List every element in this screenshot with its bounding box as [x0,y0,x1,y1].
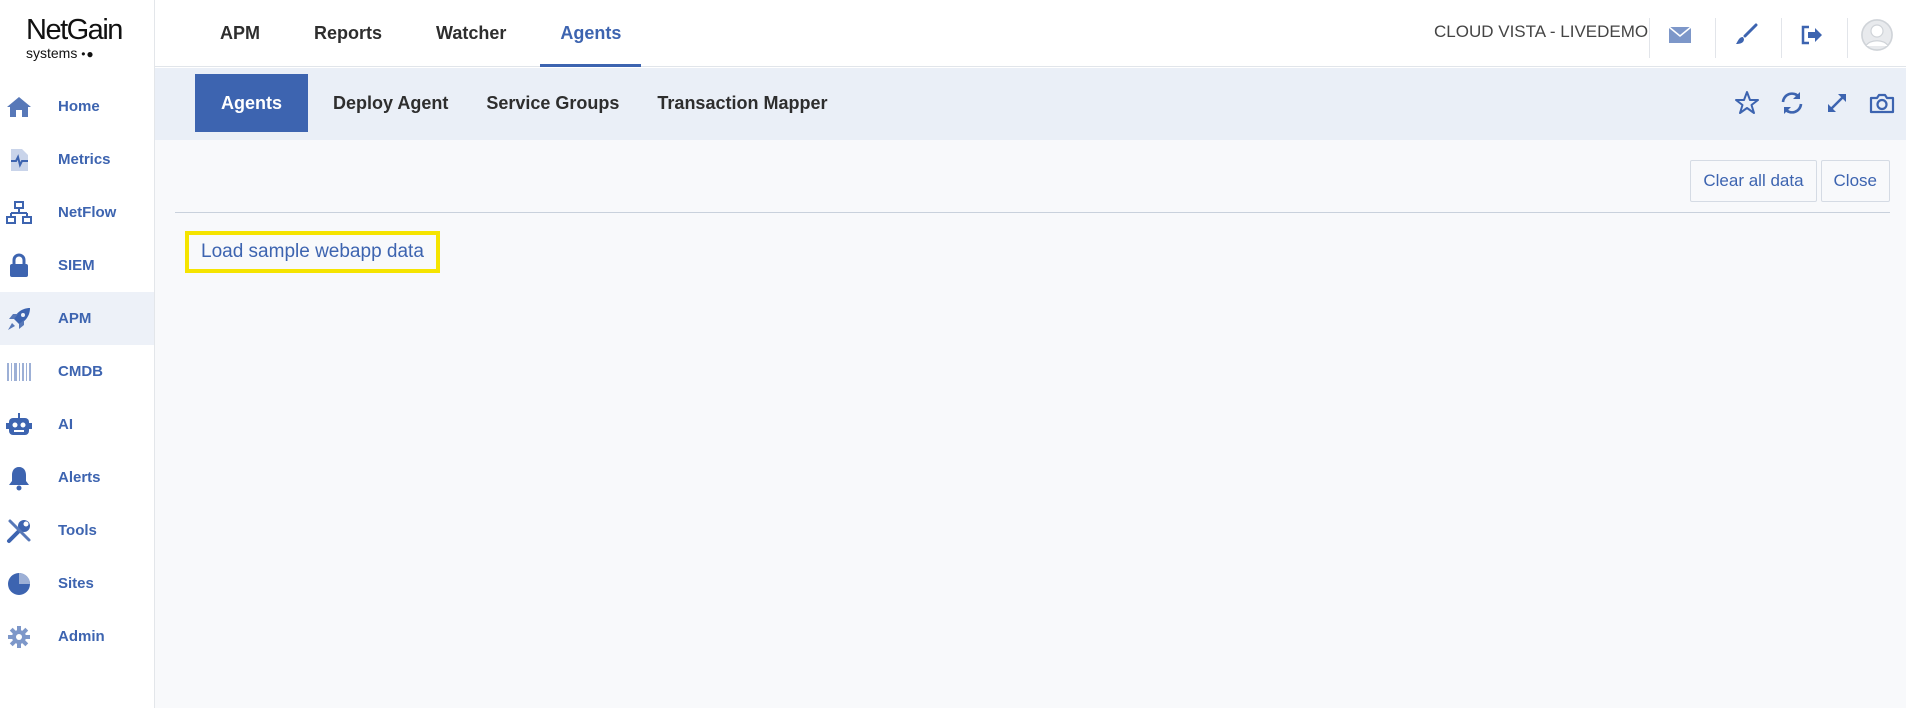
bell-icon [6,465,32,491]
sidebar-item-label: Tools [58,522,97,539]
content-divider [175,212,1890,213]
logo-sub: systems •● [26,45,136,62]
robot-icon [6,412,32,438]
sidebar: NetGain systems •● Home Metrics NetFlow [0,0,155,708]
logout-icon[interactable] [1799,22,1825,48]
sidebar-item-label: Home [58,98,100,115]
avatar-icon [1861,19,1893,51]
sidebar-item-sites[interactable]: Sites [0,557,154,610]
sub-nav-bar: Agents Deploy Agent Service Groups Trans… [155,68,1906,140]
metrics-icon [6,147,32,173]
tab-apm[interactable]: APM [200,0,280,67]
sidebar-item-apm[interactable]: APM [0,292,154,345]
sidebar-item-label: Admin [58,628,105,645]
barcode-icon [6,359,32,385]
sidebar-item-home[interactable]: Home [0,80,154,133]
close-button[interactable]: Close [1820,160,1890,202]
sub-tabs: Agents Deploy Agent Service Groups Trans… [195,74,853,132]
sidebar-item-tools[interactable]: Tools [0,504,154,557]
star-icon[interactable] [1733,88,1761,118]
sidebar-item-label: NetFlow [58,204,117,221]
sidebar-item-label: Sites [58,575,94,592]
netflow-icon [6,200,32,226]
netgain-logo[interactable]: NetGain systems •● [26,14,136,66]
avatar[interactable] [1861,19,1893,51]
sidebar-item-label: APM [58,310,92,327]
logo-name: NetGain [26,14,123,46]
subtab-deploy-agent[interactable]: Deploy Agent [308,74,466,132]
divider [1715,18,1716,58]
subtab-service-groups[interactable]: Service Groups [466,74,639,132]
home-icon [6,94,32,120]
logo-sub-text: systems [26,45,78,61]
camera-icon[interactable] [1868,88,1896,118]
divider [1781,18,1782,58]
top-nav: APM Reports Watcher Agents [200,0,655,67]
logo-dots: •● [81,47,95,61]
subtab-transaction-mapper[interactable]: Transaction Mapper [639,74,853,132]
subtab-agents[interactable]: Agents [195,74,309,132]
tab-agents[interactable]: Agents [540,0,642,67]
sidebar-item-siem[interactable]: SIEM [0,239,154,292]
content-panel: Clear all data Close Load sample webapp … [155,140,1906,708]
refresh-icon[interactable] [1778,88,1806,118]
tenant-name[interactable]: CLOUD VISTA - LIVEDEMO [1434,22,1648,42]
expand-icon[interactable] [1823,88,1851,118]
sidebar-item-metrics[interactable]: Metrics [0,133,154,186]
sidebar-item-ai[interactable]: AI [0,398,154,451]
brush-icon[interactable] [1733,22,1759,48]
sidebar-item-admin[interactable]: Admin [0,610,154,663]
rocket-icon [6,306,32,332]
gear-icon [6,624,32,650]
sidebar-item-label: SIEM [58,257,95,274]
tab-reports[interactable]: Reports [294,0,402,67]
lock-icon [6,253,32,279]
sidebar-item-netflow[interactable]: NetFlow [0,186,154,239]
load-sample-data-link[interactable]: Load sample webapp data [185,231,440,273]
sidebar-nav: Home Metrics NetFlow SIEM APM CMDB AI Al… [0,80,154,663]
top-bar: APM Reports Watcher Agents CLOUD VISTA -… [155,0,1906,67]
sidebar-item-alerts[interactable]: Alerts [0,451,154,504]
sidebar-item-label: Alerts [58,469,101,486]
pie-icon [6,571,32,597]
sidebar-item-label: Metrics [58,151,111,168]
divider [1649,18,1650,58]
mail-icon[interactable] [1667,22,1693,48]
clear-all-data-button[interactable]: Clear all data [1690,160,1817,202]
sidebar-item-label: AI [58,416,73,433]
sidebar-item-cmdb[interactable]: CMDB [0,345,154,398]
tools-icon [6,518,32,544]
divider [1847,18,1848,58]
sidebar-item-label: CMDB [58,363,103,380]
tab-watcher[interactable]: Watcher [416,0,526,67]
content-toolbar: Clear all data Close [1690,160,1890,202]
